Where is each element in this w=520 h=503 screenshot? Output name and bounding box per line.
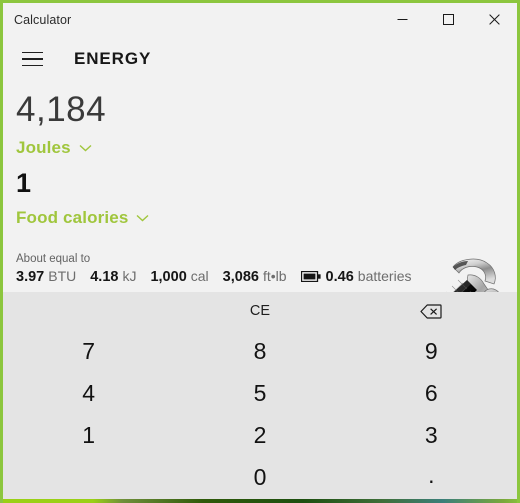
app-header: ENERGY xyxy=(3,36,517,82)
from-value[interactable]: 4,184 xyxy=(16,82,517,127)
digit-1-button[interactable]: 1 xyxy=(3,415,174,457)
keypad-spacer xyxy=(3,457,174,499)
conversion-display: 4,184 Joules 1 Food calories About equal… xyxy=(3,82,517,325)
about-unit: cal xyxy=(190,268,209,284)
digit-9-button[interactable]: 9 xyxy=(346,330,517,372)
hamburger-line xyxy=(22,51,43,54)
to-value[interactable]: 1 xyxy=(16,158,517,197)
about-unit: BTU xyxy=(48,268,77,284)
hamburger-line xyxy=(22,64,43,67)
about-unit: batteries xyxy=(357,268,412,284)
from-unit-dropdown[interactable]: Joules xyxy=(16,138,92,158)
about-item-btu: 3.97 BTU xyxy=(16,268,76,285)
key-label: 0 xyxy=(253,464,267,491)
digit-5-button[interactable]: 5 xyxy=(174,372,345,414)
clear-entry-label: CE xyxy=(249,302,271,319)
key-label: . xyxy=(428,462,435,489)
about-item-batteries: 0.46 batteries xyxy=(300,268,412,285)
minimize-button[interactable] xyxy=(379,3,425,36)
calculator-window: Calculator ENERGY 4,184 Joules 1 Food ca… xyxy=(0,0,520,503)
about-item-kj: 4.18 kJ xyxy=(90,268,136,285)
battery-icon xyxy=(300,271,321,282)
chevron-down-icon xyxy=(79,144,92,152)
to-unit-label: Food calories xyxy=(16,208,129,227)
about-value: 0.46 xyxy=(325,269,354,285)
to-value-row: 1 Food calories xyxy=(3,158,517,228)
about-item-cal: 1,000 cal xyxy=(150,268,208,285)
about-unit: kJ xyxy=(122,268,137,284)
about-value: 1,000 xyxy=(150,269,187,285)
chevron-down-icon xyxy=(137,214,149,222)
digit-7-button[interactable]: 7 xyxy=(3,330,174,372)
close-icon xyxy=(488,14,500,25)
caption-buttons xyxy=(379,3,517,36)
maximize-icon xyxy=(442,14,454,25)
title-bar: Calculator xyxy=(3,3,517,36)
minimize-icon xyxy=(397,19,407,20)
about-value: 3.97 xyxy=(16,269,45,285)
about-item-ftlb: 3,086 ft•lb xyxy=(223,268,287,285)
about-unit: ft•lb xyxy=(262,268,287,284)
page-title: ENERGY xyxy=(74,49,152,68)
clear-entry-button[interactable]: CE xyxy=(174,292,345,330)
about-caption: About equal to xyxy=(16,253,91,265)
window-title: Calculator xyxy=(14,12,72,27)
key-label: 3 xyxy=(424,422,438,449)
about-equal-to-section: About equal to 3.97 BTU 4.18 kJ 1,000 ca… xyxy=(3,253,517,285)
key-label: 7 xyxy=(82,337,96,364)
key-label: 1 xyxy=(82,422,96,449)
maximize-button[interactable] xyxy=(425,3,471,36)
hamburger-line xyxy=(22,58,43,60)
digit-0-button[interactable]: 0 xyxy=(174,457,345,499)
numeric-keypad: CE 7 8 9 4 5 6 1 2 3 0 . xyxy=(3,292,517,499)
key-label: 6 xyxy=(424,379,438,406)
close-button[interactable] xyxy=(471,3,517,36)
key-label: 2 xyxy=(253,422,267,449)
key-label: 4 xyxy=(82,379,96,406)
to-unit-dropdown[interactable]: Food calories xyxy=(16,208,149,228)
key-label: 5 xyxy=(253,379,267,406)
key-label: 9 xyxy=(424,337,438,364)
digit-6-button[interactable]: 6 xyxy=(346,372,517,414)
keypad-spacer xyxy=(3,292,174,330)
from-value-row: 4,184 Joules xyxy=(3,82,517,158)
hamburger-menu-icon[interactable] xyxy=(14,43,51,76)
about-value: 4.18 xyxy=(90,269,119,285)
decimal-point-button[interactable]: . xyxy=(346,457,517,499)
about-value: 3,086 xyxy=(222,269,259,285)
digit-2-button[interactable]: 2 xyxy=(174,415,345,457)
digit-4-button[interactable]: 4 xyxy=(3,372,174,414)
window-bottom-border xyxy=(3,499,517,503)
digit-3-button[interactable]: 3 xyxy=(346,415,517,457)
backspace-button[interactable] xyxy=(346,292,517,330)
digit-8-button[interactable]: 8 xyxy=(174,330,345,372)
about-list: 3.97 BTU 4.18 kJ 1,000 cal 3,086 ft•lb 0… xyxy=(16,268,517,285)
from-unit-label: Joules xyxy=(16,138,71,157)
backspace-icon xyxy=(420,303,442,319)
key-label: 8 xyxy=(253,337,267,364)
